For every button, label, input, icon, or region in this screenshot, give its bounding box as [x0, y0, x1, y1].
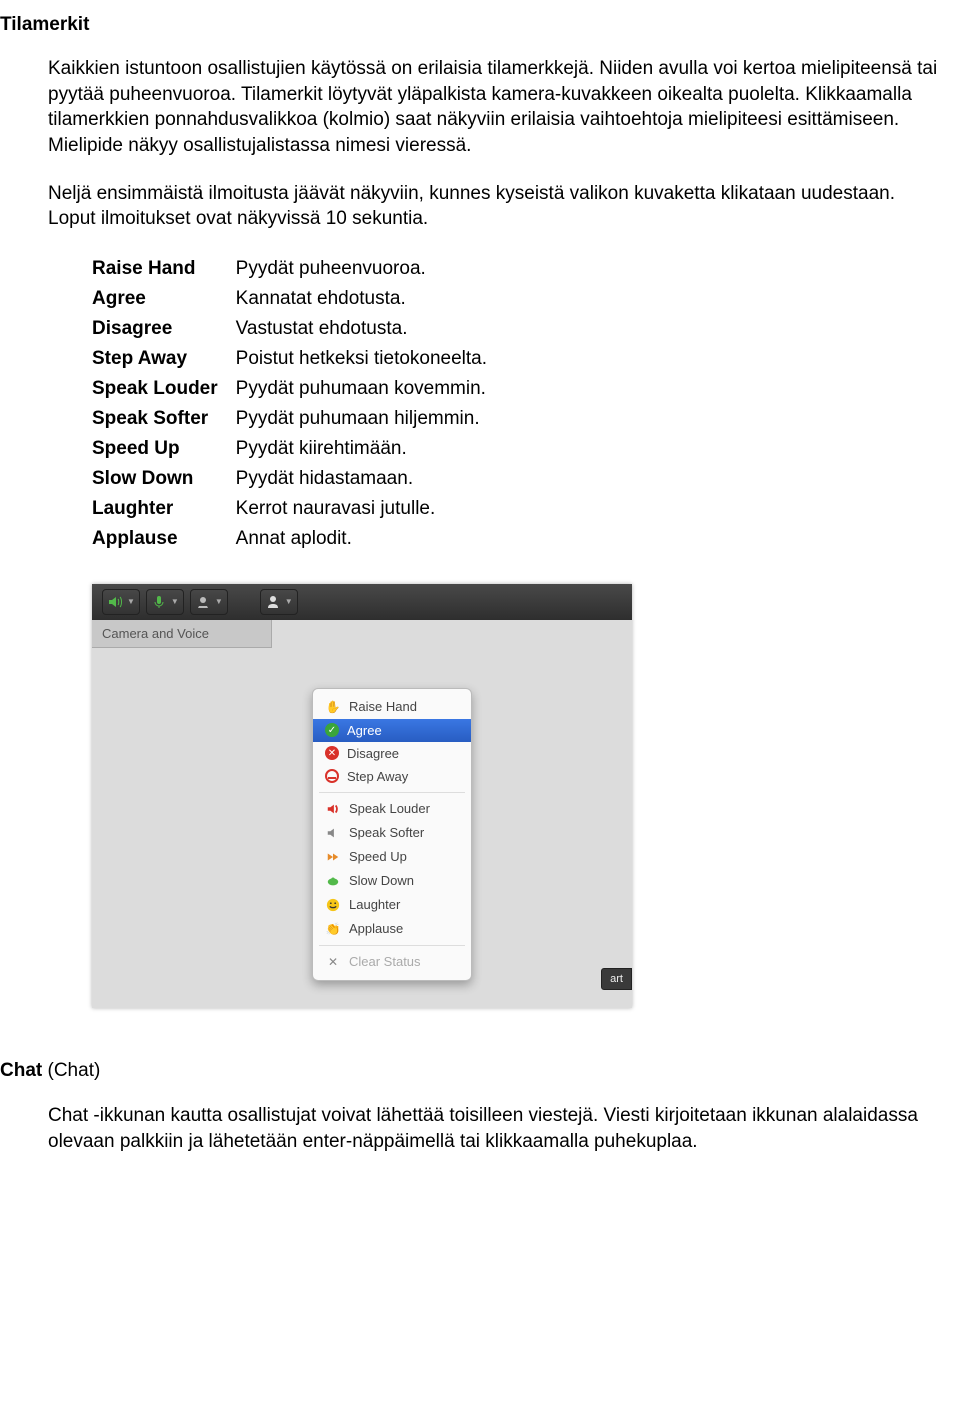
term: Agree [92, 284, 236, 314]
agree-icon: ✓ [325, 723, 339, 737]
menu-item-speed-up[interactable]: Speed Up [313, 845, 471, 869]
menu-item-raise-hand[interactable]: ✋ Raise Hand [313, 695, 471, 719]
desc: Pyydät kiirehtimään. [236, 434, 505, 464]
menu-item-label: Speak Louder [349, 801, 430, 816]
menu-separator [319, 792, 465, 793]
term: Slow Down [92, 464, 236, 494]
menu-item-label: Speed Up [349, 849, 407, 864]
term: Speed Up [92, 434, 236, 464]
speaker-button[interactable]: ▼ [102, 589, 140, 615]
menu-item-agree[interactable]: ✓ Agree [313, 719, 471, 742]
chat-heading-bold: Chat [0, 1060, 42, 1081]
disagree-icon: ✕ [325, 746, 339, 760]
table-row: Raise HandPyydät puheenvuoroa. [92, 254, 505, 284]
table-row: LaughterKerrot nauravasi jutulle. [92, 494, 505, 524]
definitions-table: Raise HandPyydät puheenvuoroa. AgreeKann… [92, 254, 505, 554]
applause-icon: 👏 [325, 921, 341, 937]
step-away-icon [325, 769, 339, 783]
menu-item-label: Clear Status [349, 954, 421, 969]
menu-item-applause[interactable]: 👏 Applause [313, 917, 471, 941]
intro-paragraph-2: Neljä ensimmäistä ilmoitusta jäävät näky… [48, 181, 940, 232]
desc: Poistut hetkeksi tietokoneelta. [236, 344, 505, 374]
menu-item-label: Raise Hand [349, 699, 417, 714]
table-row: AgreeKannatat ehdotusta. [92, 284, 505, 314]
chevron-down-icon: ▼ [171, 597, 179, 606]
desc: Pyydät puheenvuoroa. [236, 254, 505, 284]
desc: Pyydät puhumaan kovemmin. [236, 374, 505, 404]
chat-heading: Chat (Chat) [0, 1058, 940, 1084]
menu-separator [319, 945, 465, 946]
chevron-down-icon: ▼ [215, 597, 223, 606]
desc: Kannatat ehdotusta. [236, 284, 505, 314]
desc: Annat aplodit. [236, 524, 505, 554]
menu-item-disagree[interactable]: ✕ Disagree [313, 742, 471, 765]
person-status-icon [265, 594, 281, 610]
menu-item-label: Laughter [349, 897, 400, 912]
chat-heading-rest: (Chat) [42, 1060, 100, 1081]
speak-louder-icon [325, 801, 341, 817]
laughter-icon [325, 897, 341, 913]
menu-item-step-away[interactable]: Step Away [313, 765, 471, 788]
table-row: Speak SofterPyydät puhumaan hiljemmin. [92, 404, 505, 434]
term: Speak Softer [92, 404, 236, 434]
intro-paragraph-1: Kaikkien istuntoon osallistujien käytöss… [48, 56, 940, 159]
menu-item-label: Agree [347, 723, 382, 738]
menu-item-speak-softer[interactable]: Speak Softer [313, 821, 471, 845]
panel-body: ✋ Raise Hand ✓ Agree ✕ Disagree Step Awa… [92, 648, 632, 1008]
desc: Kerrot nauravasi jutulle. [236, 494, 505, 524]
status-button[interactable]: ▼ [260, 589, 298, 615]
menu-item-label: Applause [349, 921, 403, 936]
menu-item-label: Slow Down [349, 873, 414, 888]
menu-item-speak-louder[interactable]: Speak Louder [313, 797, 471, 821]
status-menu: ✋ Raise Hand ✓ Agree ✕ Disagree Step Awa… [312, 688, 472, 981]
raise-hand-icon: ✋ [325, 699, 341, 715]
webcam-button[interactable]: ▼ [190, 589, 228, 615]
table-row: Speed UpPyydät kiirehtimään. [92, 434, 505, 464]
desc: Vastustat ehdotusta. [236, 314, 505, 344]
table-row: Speak LouderPyydät puhumaan kovemmin. [92, 374, 505, 404]
table-row: ApplauseAnnat aplodit. [92, 524, 505, 554]
menu-item-clear-status[interactable]: ✕ Clear Status [313, 950, 471, 974]
mic-icon [151, 594, 167, 610]
chevron-down-icon: ▼ [127, 597, 135, 606]
term: Laughter [92, 494, 236, 524]
desc: Pyydät puhumaan hiljemmin. [236, 404, 505, 434]
camera-voice-tab[interactable]: Camera and Voice [92, 620, 272, 648]
desc: Pyydät hidastamaan. [236, 464, 505, 494]
table-row: Step AwayPoistut hetkeksi tietokoneelta. [92, 344, 505, 374]
menu-item-label: Speak Softer [349, 825, 424, 840]
speak-softer-icon [325, 825, 341, 841]
table-row: Slow DownPyydät hidastamaan. [92, 464, 505, 494]
webcam-icon [195, 594, 211, 610]
menu-item-label: Step Away [347, 769, 408, 784]
menu-item-label: Disagree [347, 746, 399, 761]
toolbar: ▼ ▼ ▼ ▼ [92, 584, 632, 620]
term: Disagree [92, 314, 236, 344]
chat-paragraph: Chat -ikkunan kautta osallistujat voivat… [48, 1103, 940, 1154]
page-title: Tilamerkit [0, 14, 940, 36]
term: Speak Louder [92, 374, 236, 404]
menu-item-laughter[interactable]: Laughter [313, 893, 471, 917]
speed-up-icon [325, 849, 341, 865]
clear-status-icon: ✕ [325, 954, 341, 970]
start-button-fragment[interactable]: art [601, 968, 632, 990]
chevron-down-icon: ▼ [285, 597, 293, 606]
term: Applause [92, 524, 236, 554]
slow-down-icon [325, 873, 341, 889]
app-screenshot: ▼ ▼ ▼ ▼ Camera and Voice ✋ Raise Hand [92, 584, 632, 1008]
term: Step Away [92, 344, 236, 374]
table-row: DisagreeVastustat ehdotusta. [92, 314, 505, 344]
mic-button[interactable]: ▼ [146, 589, 184, 615]
term: Raise Hand [92, 254, 236, 284]
speaker-icon [107, 594, 123, 610]
menu-item-slow-down[interactable]: Slow Down [313, 869, 471, 893]
